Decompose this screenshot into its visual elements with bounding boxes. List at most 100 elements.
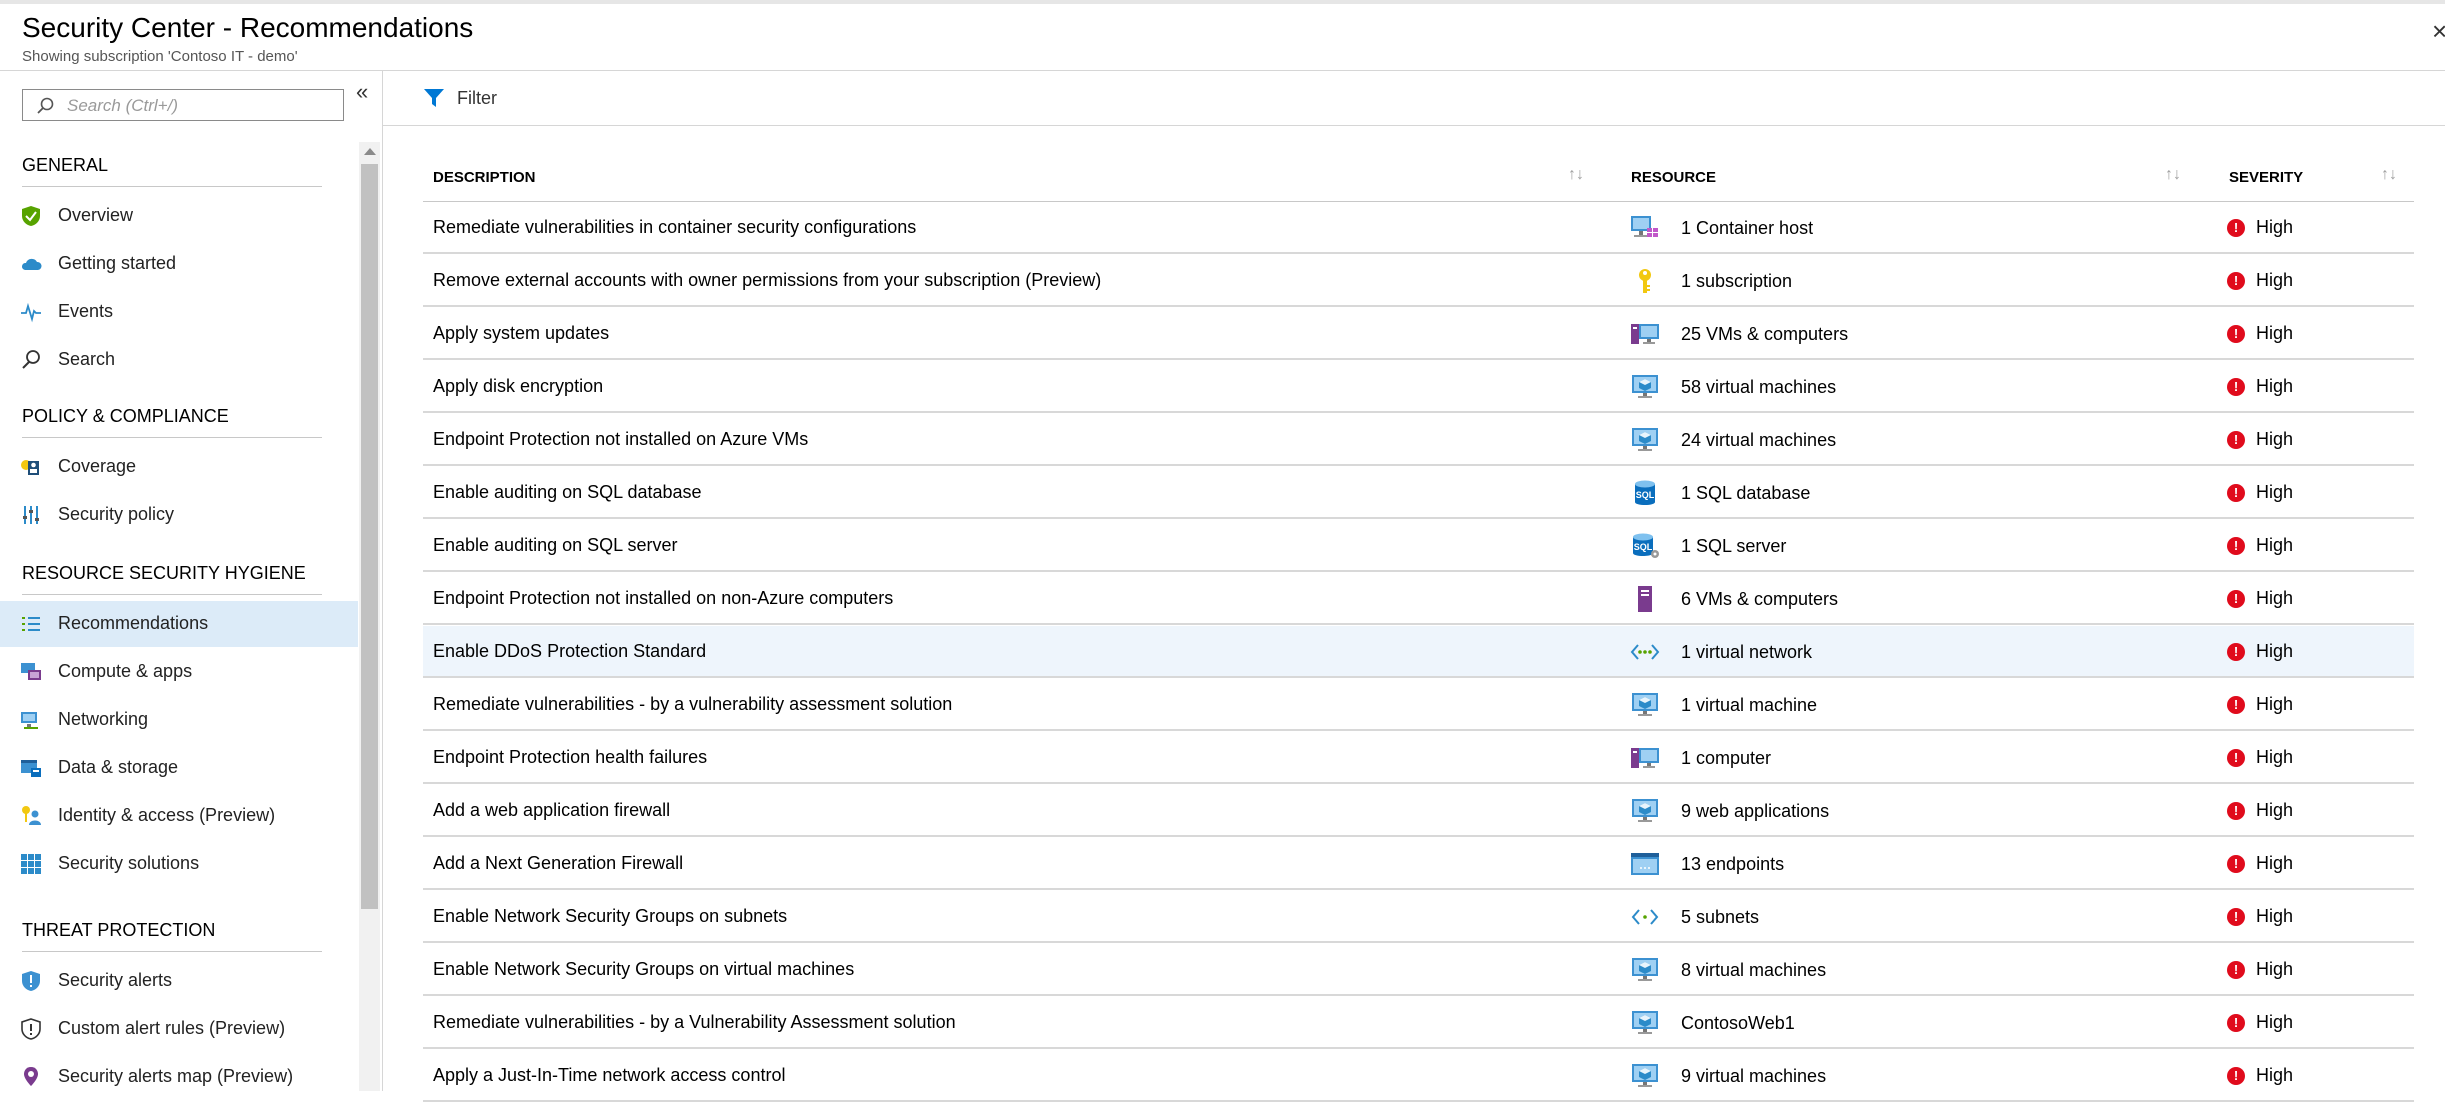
sort-resource-icon[interactable]: ↑↓ <box>2165 166 2181 184</box>
table-row[interactable]: Apply system updates 25 VMs & computers! H… <box>423 308 2414 360</box>
custom-rule-icon <box>20 1018 42 1040</box>
virtual-machine-icon <box>1629 956 1661 984</box>
search-input[interactable]: Search (Ctrl+/) <box>22 89 344 121</box>
virtual-machine-icon <box>1629 373 1661 401</box>
sql-database-icon: SQL <box>1629 479 1661 507</box>
svg-text:SQL: SQL <box>1634 542 1653 552</box>
severity-high-icon: ! <box>2227 272 2245 290</box>
table-row[interactable]: Enable auditing on SQL database SQL 1 SQL … <box>423 467 2414 519</box>
sidebar-item-overview[interactable]: Overview <box>0 193 358 239</box>
sidebar-item-search[interactable]: Search <box>0 337 358 383</box>
sidebar-item-identity-access-preview[interactable]: Identity & access (Preview) <box>0 793 358 839</box>
table-row[interactable]: Enable Network Security Groups on subnet… <box>423 891 2414 943</box>
row-description: Add a Next Generation Firewall <box>433 853 684 873</box>
table-row[interactable]: Endpoint Protection not installed on non… <box>423 573 2414 625</box>
sidebar-item-security-solutions[interactable]: Security solutions <box>0 841 358 887</box>
virtual-machine-icon <box>1629 1009 1661 1037</box>
row-severity: High <box>2256 588 2294 608</box>
sidebar-item-label: Getting started <box>58 253 177 273</box>
table-row[interactable]: Enable auditing on SQL server SQL 1 SQL se… <box>423 520 2414 572</box>
sidebar-item-label: Identity & access (Preview) <box>58 805 276 825</box>
table-row[interactable]: Remove external accounts with owner perm… <box>423 255 2414 307</box>
storage-icon <box>20 757 42 779</box>
row-severity: High <box>2256 1012 2294 1032</box>
sort-severity-icon[interactable]: ↑↓ <box>2381 166 2397 184</box>
sidebar-item-label: Security solutions <box>58 853 200 873</box>
row-severity: High <box>2256 906 2294 926</box>
column-header-severity[interactable]: SEVERITY <box>2229 169 2303 186</box>
search-icon <box>37 97 54 114</box>
sidebar-item-compute-apps[interactable]: Compute & apps <box>0 649 358 695</box>
row-severity: High <box>2256 482 2294 502</box>
sort-description-icon[interactable]: ↑↓ <box>1568 166 1584 184</box>
sidebar-item-security-alerts[interactable]: Security alerts <box>0 958 358 1004</box>
sidebar-item-coverage[interactable]: Coverage <box>0 444 358 490</box>
sliders-icon <box>20 504 42 526</box>
table-row[interactable]: Add a web application firewall 9 web appl… <box>423 785 2414 837</box>
sidebar-item-label: Recommendations <box>58 613 209 633</box>
row-resource: 13 endpoints <box>1681 854 1785 874</box>
row-resource: 9 virtual machines <box>1681 1066 1827 1086</box>
grid-icon <box>20 853 42 875</box>
column-header-description[interactable]: DESCRIPTION <box>433 169 536 186</box>
section-divider <box>22 186 322 187</box>
severity-high-icon: ! <box>2227 325 2245 343</box>
column-header-resource[interactable]: RESOURCE <box>1631 169 1716 186</box>
table-row[interactable]: Endpoint Protection not installed on Azu… <box>423 414 2414 466</box>
scroll-up-arrow-icon[interactable] <box>364 148 376 155</box>
row-description: Apply a Just-In-Time network access cont… <box>433 1065 786 1085</box>
table-row[interactable]: Apply disk encryption 58 virtual machines… <box>423 361 2414 413</box>
table-row[interactable]: Enable DDoS Protection Standard 1 virtual… <box>423 626 2414 678</box>
row-severity: High <box>2256 747 2294 767</box>
severity-high-icon: ! <box>2227 802 2245 820</box>
virtual-machine-icon <box>1629 1062 1661 1090</box>
table-row[interactable]: Remediate vulnerabilities - by a vulnera… <box>423 679 2414 731</box>
row-description: Enable Network Security Groups on virtua… <box>433 959 855 979</box>
sidebar-item-security-policy[interactable]: Security policy <box>0 492 358 538</box>
table-row[interactable]: Enable Network Security Groups on virtua… <box>423 944 2414 996</box>
row-description: Remediate vulnerabilities - by a Vulnera… <box>433 1012 956 1032</box>
row-severity: High <box>2256 853 2294 873</box>
sidebar-item-getting-started[interactable]: Getting started <box>0 241 358 287</box>
row-description: Enable Network Security Groups on subnet… <box>433 906 788 926</box>
row-severity: High <box>2256 376 2294 396</box>
row-description: Endpoint Protection not installed on non… <box>433 588 894 608</box>
sidebar-item-events[interactable]: Events <box>0 289 358 335</box>
search-placeholder: Search (Ctrl+/) <box>67 96 178 115</box>
collapse-sidebar-button[interactable]: « <box>356 79 368 105</box>
table-row[interactable]: Add a Next Generation Firewall 13 endpoin… <box>423 838 2414 890</box>
page-title: Security Center - Recommendations <box>22 12 474 43</box>
table-row[interactable]: Endpoint Protection health failures 1 com… <box>423 732 2414 784</box>
section-heading: RESOURCE SECURITY HYGIENE <box>22 563 306 583</box>
sidebar-scrollbar[interactable] <box>359 142 380 1091</box>
table-row[interactable]: Remediate vulnerabilities in container s… <box>423 202 2414 254</box>
row-severity: High <box>2256 270 2294 290</box>
virtual-network-icon <box>1629 638 1661 666</box>
table-row[interactable]: Apply a Just-In-Time network access cont… <box>423 1050 2414 1102</box>
row-severity: High <box>2256 1065 2294 1085</box>
sidebar-item-security-alerts-map-preview[interactable]: Security alerts map (Preview) <box>0 1054 358 1091</box>
sidebar-item-label: Security alerts <box>58 970 173 990</box>
severity-high-icon: ! <box>2227 431 2245 449</box>
row-resource: 1 computer <box>1681 748 1772 768</box>
row-resource: 1 SQL database <box>1681 483 1811 503</box>
sidebar-item-custom-alert-rules-preview[interactable]: Custom alert rules (Preview) <box>0 1006 358 1052</box>
row-resource: 5 subnets <box>1681 907 1760 927</box>
severity-high-icon: ! <box>2227 1014 2245 1032</box>
section-divider <box>22 594 322 595</box>
sidebar-item-networking[interactable]: Networking <box>0 697 358 743</box>
row-description: Add a web application firewall <box>433 800 671 820</box>
section-divider <box>22 951 322 952</box>
row-resource: 24 virtual machines <box>1681 430 1837 450</box>
sidebar-item-label: Security policy <box>58 504 175 524</box>
table-row[interactable]: Remediate vulnerabilities - by a Vulnera… <box>423 997 2414 1049</box>
sidebar-item-recommendations[interactable]: Recommendations <box>0 601 358 647</box>
row-resource: 25 VMs & computers <box>1681 324 1849 344</box>
row-description: Apply system updates <box>433 323 610 343</box>
close-button[interactable]: × <box>2432 18 2445 44</box>
main-content: Filter DESCRIPTION ↑↓ RESOURCE ↑↓ SEVERI… <box>383 71 2445 1102</box>
sidebar-item-data-storage[interactable]: Data & storage <box>0 745 358 791</box>
scrollbar-thumb[interactable] <box>361 164 378 909</box>
section-heading: THREAT PROTECTION <box>22 920 216 940</box>
severity-high-icon: ! <box>2227 855 2245 873</box>
